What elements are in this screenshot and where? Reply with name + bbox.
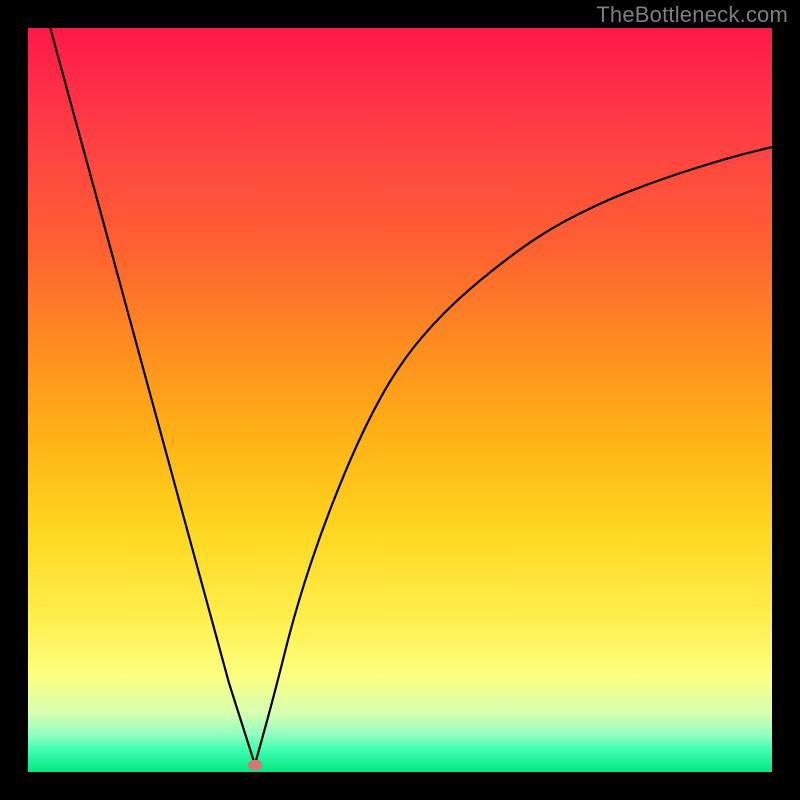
curve-path	[50, 28, 772, 765]
chart-frame: TheBottleneck.com	[0, 0, 800, 800]
bottleneck-curve	[28, 28, 772, 772]
watermark-text: TheBottleneck.com	[596, 2, 788, 28]
min-marker	[248, 760, 262, 770]
plot-area	[28, 28, 772, 772]
